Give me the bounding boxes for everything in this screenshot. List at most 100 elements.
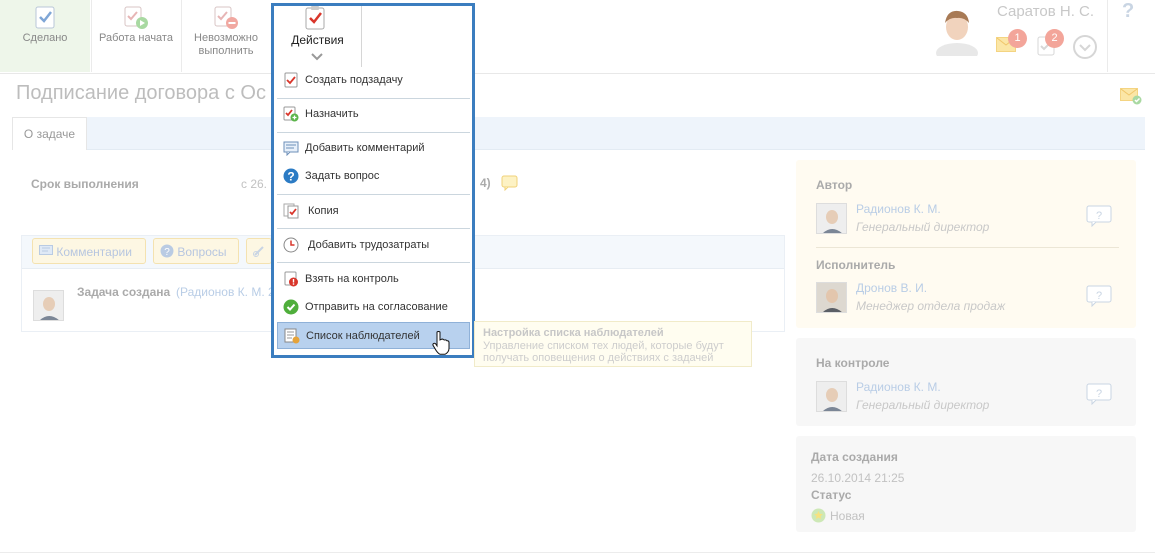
impossible-label-2: выполнить [198,45,254,57]
executor-label: Исполнитель [816,258,896,272]
messages-badge: 1 [1008,29,1027,48]
menu-separator [277,132,470,133]
menu-label: Назначить [305,108,359,120]
entry-title: Задача создана [77,285,171,299]
hand-cursor-icon [432,331,450,355]
svg-text:?: ? [1096,210,1102,222]
created-label: Дата создания [811,450,898,464]
deadline-value: с 26. [241,177,268,191]
actions-clipboard-icon [305,6,325,30]
ask-executor-icon[interactable]: ? [1086,285,1112,307]
user-avatar[interactable] [934,6,980,63]
chevron-down-icon [311,53,323,61]
tab-about[interactable]: О задаче [12,117,87,150]
entry-author[interactable]: (Радионов К. М. 2 [176,285,275,299]
status-star-icon [811,508,826,526]
menu-label: Копия [308,205,339,217]
user-menu-chevron-icon[interactable] [1073,35,1097,62]
executor-position: Менеджер отдела продаж [856,299,1006,313]
menu-send-approval[interactable]: Отправить на согласование [277,294,470,320]
play-clipboard-icon [124,6,148,29]
questions-tab-label: Вопросы [177,245,227,259]
page-title: Подписание договора с Ос [16,82,266,104]
menu-separator [277,228,470,229]
watchers-icon [284,328,300,344]
done-label: Сделано [22,32,68,44]
deadline-comment-icon[interactable] [501,175,518,194]
menu-create-subtask[interactable]: Создать подзадачу [277,67,470,93]
work-started-button[interactable]: Работа начата [92,0,180,72]
menu-separator [277,262,470,263]
comment-icon [283,141,299,156]
deadline-label: Срок выполнения [31,177,139,191]
control-label: На контроле [816,356,890,370]
assign-icon [283,106,299,122]
clock-icon [283,237,299,253]
help-icon[interactable]: ? [1122,0,1134,23]
menu-label: Отправить на согласование [305,301,448,313]
cancel-clipboard-icon [214,6,238,29]
link-icon [253,246,264,257]
author-avatar [816,203,847,234]
actions-button[interactable]: Действия [274,6,362,67]
svg-text:?: ? [1096,290,1102,302]
alert-clipboard-icon [284,271,298,287]
menu-take-control[interactable]: Взять на контроль [277,266,470,292]
comments-tab[interactable]: Комментарии [32,238,146,264]
svg-text:?: ? [287,170,294,184]
questions-tab[interactable]: ? Вопросы [153,238,239,264]
footer-divider [0,552,1155,553]
menu-assign[interactable]: Назначить [277,101,470,127]
question-icon: ? [283,168,299,184]
tooltip-line-1: Управление списком тех людей, которые бу… [483,340,724,352]
toolbar-divider [1107,0,1108,72]
author-position: Генеральный директор [856,220,990,234]
deadline-tail: 4) [480,176,491,190]
check-clipboard-icon [35,6,55,29]
control-avatar [816,381,847,412]
impossible-label-1: Невозможно [194,32,258,44]
menu-copy[interactable]: Копия [277,198,470,224]
tooltip-title: Настройка списка наблюдателей [483,327,664,339]
copy-icon [283,203,299,219]
work-started-label: Работа начата [99,32,173,44]
status-label: Статус [811,488,852,502]
menu-label: Добавить трудозатраты [308,239,430,251]
comment-author-avatar [33,290,64,321]
menu-label: Создать подзадачу [305,74,403,86]
mail-check-icon[interactable] [1120,87,1142,108]
control-card [796,338,1136,426]
menu-add-comment[interactable]: Добавить комментарий [277,135,470,161]
links-tab[interactable] [246,238,272,264]
comment-icon [39,245,53,255]
question-icon: ? [160,244,174,258]
author-label: Автор [816,178,853,192]
user-name[interactable]: Саратов Н. С. [997,3,1094,20]
user-photo-icon [936,10,978,63]
menu-add-time[interactable]: Добавить трудозатраты [277,232,470,258]
menu-separator [277,98,470,99]
impossible-button[interactable]: Невозможно выполнить [182,0,270,72]
tooltip-line-2: получать оповещения о действиях с задаче… [483,352,714,364]
menu-label: Добавить комментарий [305,142,425,154]
menu-separator [277,194,470,195]
tasks-badge: 2 [1045,29,1064,48]
subtask-icon [284,72,298,88]
svg-text:?: ? [1096,388,1102,400]
menu-ask-question[interactable]: ? Задать вопрос [277,163,470,189]
ask-author-icon[interactable]: ? [1086,205,1112,227]
menu-label: Задать вопрос [305,170,380,182]
menu-label: Список наблюдателей [306,330,420,342]
ask-controller-icon[interactable]: ? [1086,383,1112,405]
executor-name[interactable]: Дронов В. И. [856,281,927,295]
menu-label: Взять на контроль [305,273,399,285]
created-value: 26.10.2014 21:25 [811,471,905,485]
executor-avatar [816,282,847,313]
author-name[interactable]: Радионов К. М. [856,202,941,216]
control-name[interactable]: Радионов К. М. [856,380,941,394]
comments-tab-label: Комментарии [56,245,132,259]
tab-bar [12,117,1145,150]
done-button[interactable]: Сделано [0,0,90,72]
check-circle-icon [283,299,299,315]
svg-text:?: ? [164,247,170,258]
